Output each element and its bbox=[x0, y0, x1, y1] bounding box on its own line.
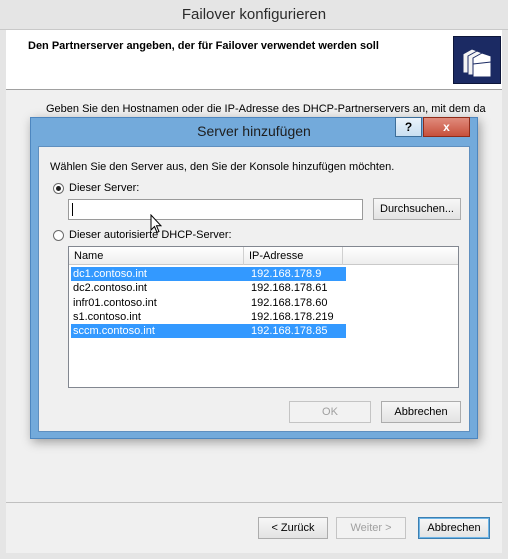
this-server-radio[interactable] bbox=[53, 183, 64, 194]
text-caret bbox=[72, 203, 73, 216]
wizard-folders-icon bbox=[453, 36, 501, 84]
ok-button[interactable]: OK bbox=[289, 401, 371, 423]
close-button[interactable]: x bbox=[423, 117, 470, 137]
server-ip-cell: 192.168.178.60 bbox=[251, 296, 328, 309]
table-row[interactable]: infr01.contoso.int 192.168.178.60 bbox=[71, 296, 346, 310]
column-header-ip[interactable]: IP-Adresse bbox=[244, 247, 343, 265]
next-button[interactable]: Weiter > bbox=[336, 517, 406, 539]
server-ip-cell: 192.168.178.85 bbox=[251, 325, 328, 338]
server-name-cell: s1.contoso.int bbox=[73, 310, 141, 323]
browse-button[interactable]: Durchsuchen... bbox=[373, 198, 461, 220]
authorized-server-radio[interactable] bbox=[53, 230, 64, 241]
add-server-dialog: Server hinzufügen ? x Wählen Sie den Ser… bbox=[30, 117, 478, 439]
this-server-label: Dieser Server: bbox=[69, 182, 140, 194]
help-button[interactable]: ? bbox=[395, 117, 422, 137]
wizard-header: Den Partnerserver angeben, der für Failo… bbox=[6, 30, 502, 90]
dialog-cancel-button[interactable]: Abbrechen bbox=[381, 401, 461, 423]
close-icon: x bbox=[443, 120, 450, 134]
back-button[interactable]: < Zurück bbox=[258, 517, 328, 539]
server-name-cell: dc1.contoso.int bbox=[73, 268, 147, 280]
table-row[interactable]: dc1.contoso.int 192.168.178.9 bbox=[71, 267, 346, 281]
window-frame-bottom bbox=[0, 553, 508, 559]
server-name-cell: sccm.contoso.int bbox=[73, 325, 155, 338]
column-header-name[interactable]: Name bbox=[69, 247, 244, 265]
server-ip-cell: 192.168.178.219 bbox=[251, 310, 334, 323]
wizard-title: Failover konfigurieren bbox=[181, 6, 327, 23]
mouse-cursor-icon bbox=[150, 213, 163, 234]
table-row[interactable]: s1.contoso.int 192.168.178.219 bbox=[71, 310, 346, 324]
server-name-cell: infr01.contoso.int bbox=[73, 296, 157, 309]
wizard-cancel-button[interactable]: Abbrechen bbox=[418, 517, 490, 539]
server-ip-cell: 192.168.178.61 bbox=[251, 282, 328, 295]
dialog-instruction: Wählen Sie den Server aus, den Sie der K… bbox=[50, 161, 395, 173]
server-list-header: Name IP-Adresse bbox=[69, 247, 458, 265]
server-list[interactable]: Name IP-Adresse dc1.contoso.int 192.168.1… bbox=[68, 246, 459, 388]
wizard-description: Geben Sie den Hostnamen oder die IP-Adre… bbox=[46, 103, 486, 115]
server-ip-cell: 192.168.178.9 bbox=[251, 268, 322, 280]
wizard-header-title: Den Partnerserver angeben, der für Failo… bbox=[28, 40, 379, 52]
server-name-input[interactable] bbox=[68, 199, 363, 220]
table-row[interactable]: sccm.contoso.int 192.168.178.85 bbox=[71, 324, 346, 339]
server-name-cell: dc2.contoso.int bbox=[73, 282, 147, 295]
wizard-footer-divider bbox=[6, 502, 502, 503]
dialog-content: Wählen Sie den Server aus, den Sie der K… bbox=[38, 146, 470, 432]
table-row[interactable]: dc2.contoso.int 192.168.178.61 bbox=[71, 281, 346, 295]
window-frame-right bbox=[502, 30, 508, 559]
wizard-title-bar: Failover konfigurieren bbox=[0, 0, 508, 30]
